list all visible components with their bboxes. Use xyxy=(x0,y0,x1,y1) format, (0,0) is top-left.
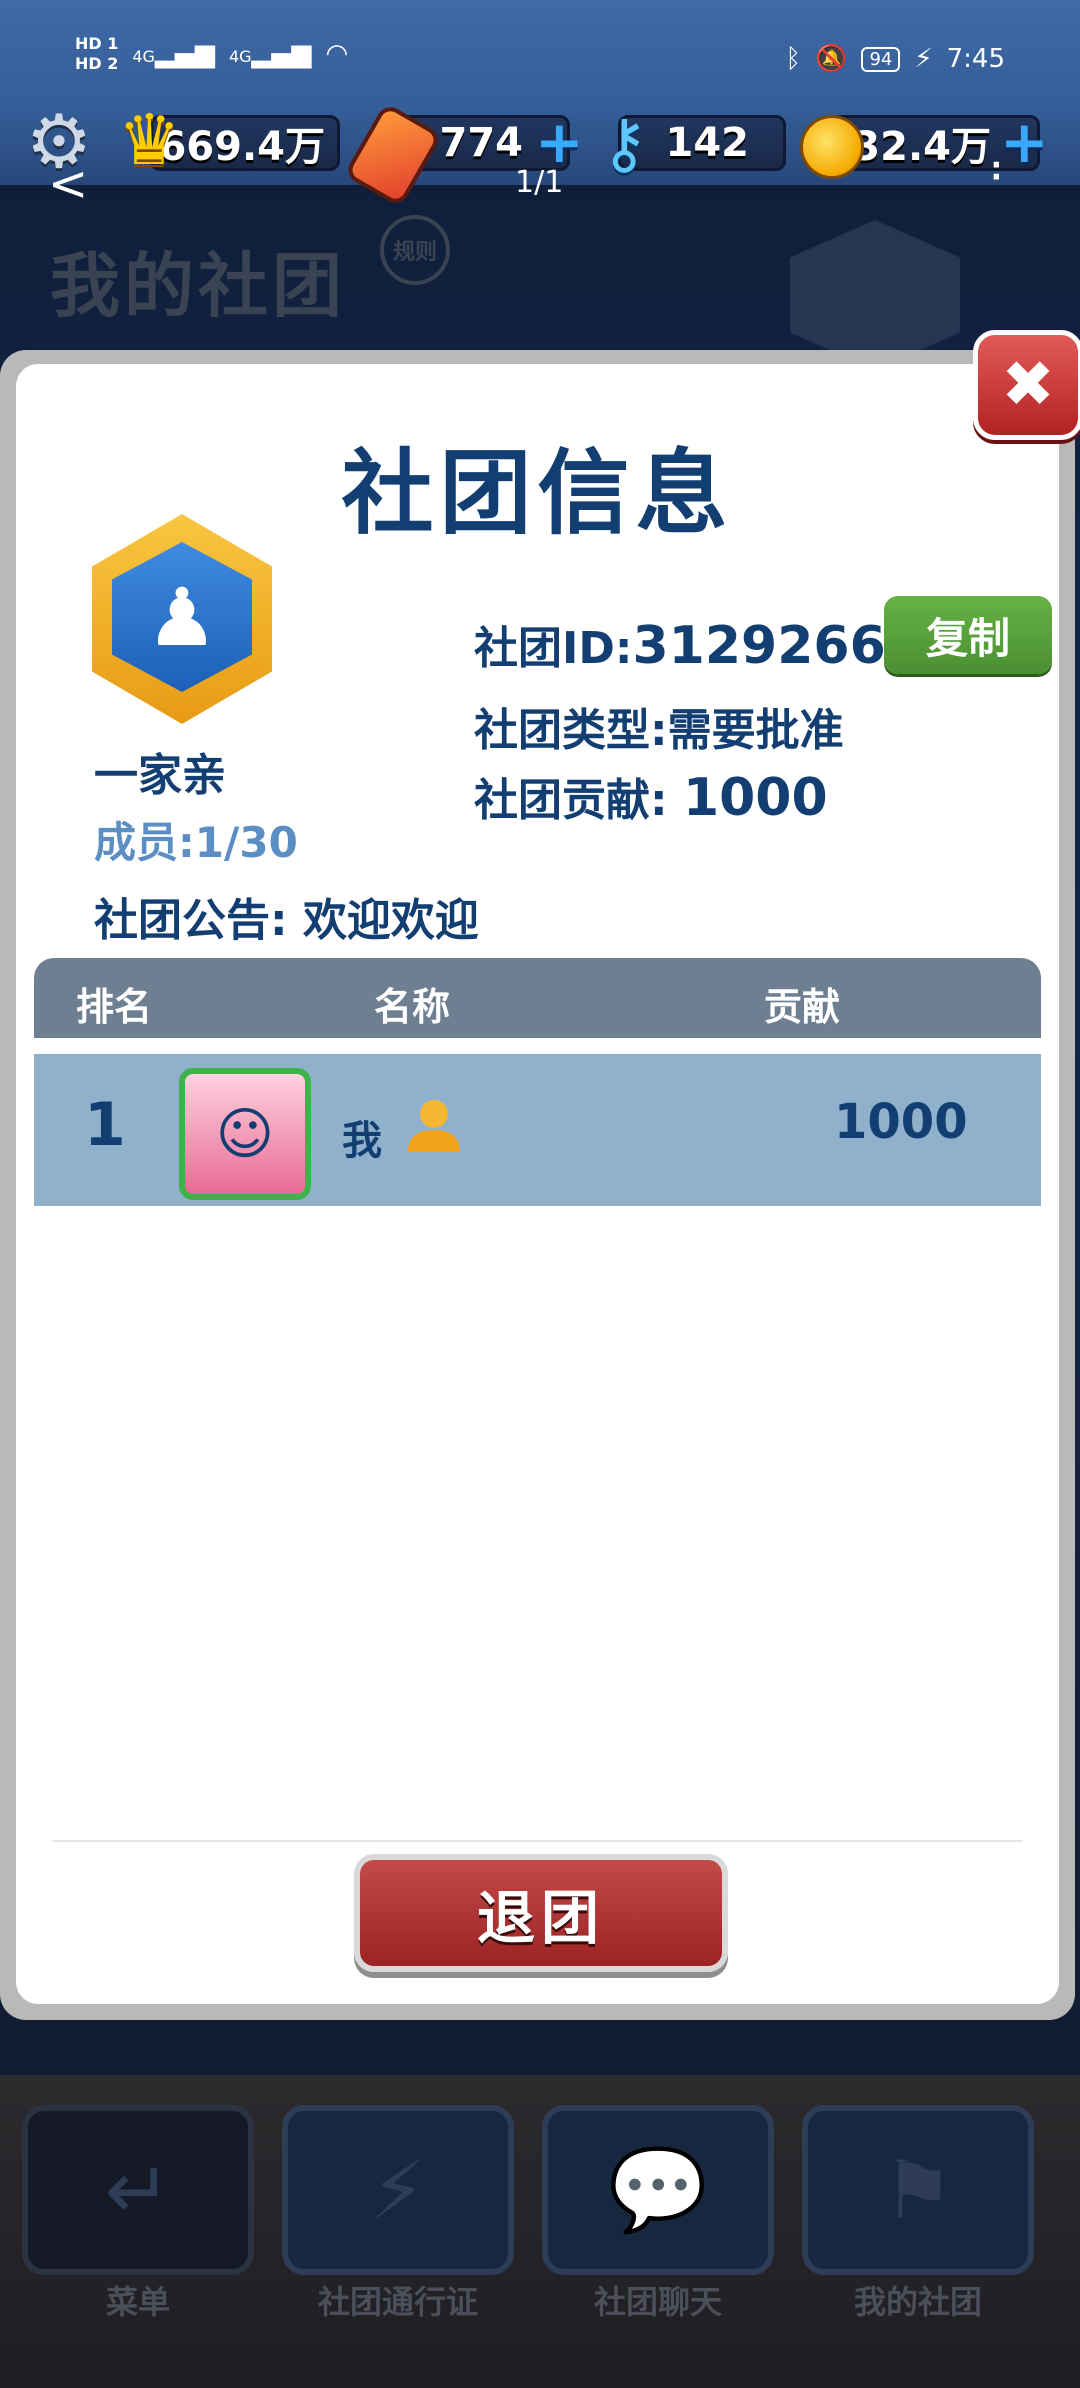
signal-icon: 4G▂▄▆ xyxy=(132,39,215,69)
coin-value: 32.4万 xyxy=(852,124,991,170)
club-type-label: 社团类型: xyxy=(474,705,668,756)
charging-icon: ⚡ xyxy=(914,44,933,74)
ticket-value: 774 xyxy=(439,120,524,166)
club-contribution-label: 社团贡献: xyxy=(474,775,668,826)
member-contribution: 1000 xyxy=(834,1094,968,1150)
signal2-label: 4G xyxy=(228,47,252,66)
nav-club-chat-label: 社团聊天 xyxy=(593,2283,722,2321)
dialog-panel: 社团信息 ♟ 一家亲 成员:1/30 社团ID:3129266 复制 社团类型:… xyxy=(16,364,1059,2004)
club-type-value: 需要批准 xyxy=(667,705,844,756)
club-id-label: 社团ID: xyxy=(474,623,633,674)
sim1-label: HD 1 xyxy=(75,34,119,53)
nav-menu[interactable]: ↵ 菜单 xyxy=(22,2105,254,2321)
header-name: 名称 xyxy=(374,985,451,1029)
nav-my-club-label: 我的社团 xyxy=(853,2283,982,2321)
table-row[interactable]: 1 ☺ 我 1000 xyxy=(34,1054,1041,1206)
sim2-label: HD 2 xyxy=(75,54,119,73)
add-coin-button[interactable]: + xyxy=(1000,113,1049,171)
header-contribution: 贡献 xyxy=(764,985,841,1029)
notice-label: 社团公告: xyxy=(94,895,288,946)
page-indicator: 1/1 xyxy=(515,165,564,200)
club-contribution-value: 1000 xyxy=(682,768,828,828)
copy-button[interactable]: 复制 xyxy=(884,596,1052,674)
club-notice: 社团公告: 欢迎欢迎 xyxy=(94,884,479,948)
avatar[interactable]: ☺ xyxy=(179,1068,311,1200)
quit-club-button[interactable]: 退团 xyxy=(354,1854,728,1972)
wifi-icon: ◠ xyxy=(325,39,349,69)
sim-indicators: HD 1 HD 2 xyxy=(75,34,118,74)
add-ticket-button[interactable]: + xyxy=(535,113,584,171)
member-table-header: 排名 名称 贡献 xyxy=(34,958,1041,1038)
back-arrow-icon[interactable]: < xyxy=(48,160,88,208)
flag-icon: ⚑ xyxy=(802,2105,1034,2275)
header-rank: 排名 xyxy=(76,985,153,1029)
divider xyxy=(52,1840,1023,1842)
club-id-line: 社团ID:3129266 xyxy=(474,612,886,676)
crown-icon: ♛ xyxy=(118,99,181,181)
signal1-label: 4G xyxy=(132,47,155,66)
clock: 7:45 xyxy=(946,44,1005,74)
club-name: 一家亲 xyxy=(94,750,226,801)
club-info-dialog: 社团信息 ♟ 一家亲 成员:1/30 社团ID:3129266 复制 社团类型:… xyxy=(0,330,1080,2020)
rules-badge[interactable]: 规则 xyxy=(380,215,450,285)
club-type-line: 社团类型:需要批准 xyxy=(474,694,844,758)
club-contribution-line: 社团贡献: 1000 xyxy=(474,764,828,828)
return-arrow-icon: ↵ xyxy=(22,2105,254,2275)
person-icon xyxy=(408,1100,460,1152)
battery-icon: 94 xyxy=(861,46,901,72)
nav-my-club[interactable]: ⚑ 我的社团 xyxy=(802,2105,1034,2321)
coin-icon xyxy=(800,115,864,179)
nav-club-pass[interactable]: ⚡ 社团通行证 xyxy=(282,2105,514,2321)
member-name: 我 xyxy=(342,1118,382,1164)
close-icon[interactable]: ✖ xyxy=(973,330,1080,440)
pass-ticket-icon: ⚡ xyxy=(282,2105,514,2275)
bluetooth-icon: ᛒ xyxy=(785,44,802,74)
crown-value: 669.4万 xyxy=(158,124,325,170)
nav-club-chat[interactable]: 💬 社团聊天 xyxy=(542,2105,774,2321)
key-icon: ⚷ xyxy=(600,105,649,182)
member-count: 成员:1/30 xyxy=(94,818,298,867)
mute-bell-icon: 🔕 xyxy=(815,44,848,74)
club-id-value: 3129266 xyxy=(632,616,886,676)
more-menu-icon[interactable]: · · xyxy=(991,151,1002,193)
key-value: 142 xyxy=(665,120,750,166)
status-bar: HD 1 HD 2 4G▂▄▆ 4G▂▄▆ ◠ ᛒ 🔕 94 ⚡ 7:45 xyxy=(0,30,1080,100)
member-rank: 1 xyxy=(84,1090,126,1160)
nav-club-pass-label: 社团通行证 xyxy=(317,2283,478,2321)
signal-icon: 4G▂▄▆ xyxy=(228,39,312,69)
chat-bubble-icon: 💬 xyxy=(542,2105,774,2275)
notice-value: 欢迎欢迎 xyxy=(302,895,479,946)
background-page-title: 我的社团 xyxy=(50,245,346,327)
nav-menu-label: 菜单 xyxy=(105,2283,170,2321)
